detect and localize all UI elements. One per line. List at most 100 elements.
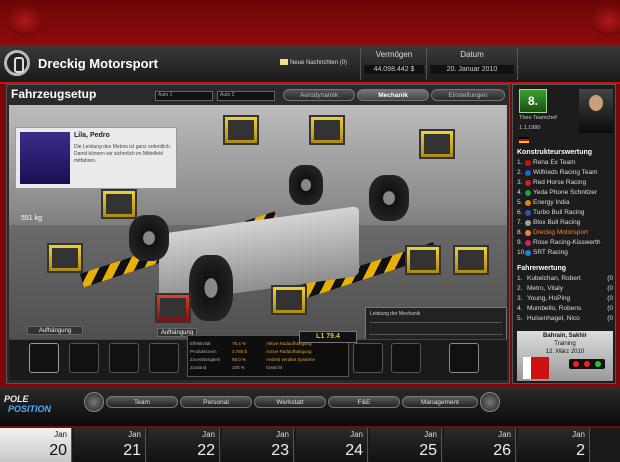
calendar-month: Jan (572, 430, 585, 439)
constructor-row[interactable]: 10. SRT Racing (517, 249, 613, 258)
vermoegen-box: Vermögen 44.098.442 $ (360, 48, 427, 80)
part-slot-brakes[interactable] (101, 189, 137, 219)
driver-points: (0 (607, 315, 613, 322)
speaker-name: Lila, Pedro (74, 132, 110, 139)
calendar-day[interactable]: Jan 2 (518, 428, 590, 462)
inventory-slot[interactable] (353, 343, 383, 373)
calendar-date: 26 (493, 442, 511, 459)
part-rating: L1 79.4 (299, 331, 357, 343)
driver-row[interactable]: 4. Mumbello, Robens (0 (517, 305, 613, 314)
part-slot-engine[interactable] (309, 115, 345, 145)
next-race-type: Training (554, 341, 576, 347)
driver-name: Metro, Vitaly (527, 285, 564, 292)
driver-points: (0 (607, 305, 613, 312)
inventory-slot[interactable] (69, 343, 99, 373)
calendar-month: Jan (498, 430, 511, 439)
constructor-row[interactable]: 5. Energy India (517, 199, 613, 208)
constructor-row[interactable]: 7. Blox Bull Racing (517, 219, 613, 228)
calendar-day[interactable]: Jan 25 (370, 428, 442, 462)
standings-sidebar: 8. Theo Teamchef 1.1.1980 Konstrukteursw… (512, 84, 616, 384)
constructor-name: Dreckig Motorsport (533, 229, 588, 236)
team-logo-icon (525, 220, 531, 226)
calendar-day[interactable]: Jan 21 (74, 428, 146, 462)
part-slot-hydraulics[interactable] (271, 285, 307, 315)
stat-row: Produktionen 3.780 $ Active Radaufhängun… (190, 349, 312, 354)
part-slot-chassis[interactable] (405, 245, 441, 275)
nav-team-button[interactable]: Team (106, 396, 178, 408)
constructor-name: Energy India (533, 199, 570, 206)
driver-position: 1. (517, 275, 523, 282)
decor-orb (590, 6, 620, 36)
calendar-date: 25 (419, 442, 437, 459)
front-left-wheel (189, 255, 233, 321)
nav-werkstatt-button[interactable]: Werkstatt (254, 396, 326, 408)
constructor-position: 9. (517, 239, 523, 246)
manager-name: Theo Teamchef (519, 115, 557, 121)
inventory-slot[interactable] (109, 343, 139, 373)
constructor-row[interactable]: 4. Yeda Phone Schnitzer (517, 189, 613, 198)
inventory-slot[interactable] (149, 343, 179, 373)
car2-select[interactable]: Auto 2 (217, 91, 275, 101)
constructor-row[interactable]: 1. Rena Ex Team (517, 159, 613, 168)
driver-row[interactable]: 1. Kubelchan, Robert (0 (517, 275, 613, 284)
calendar-month: Jan (128, 430, 141, 439)
nav-fe-button[interactable]: F&E (328, 396, 400, 408)
next-race-panel[interactable]: Bahrain, Sakhir Training 12. März 2010 (517, 331, 613, 381)
part-slot-gearbox[interactable] (223, 115, 259, 145)
weight-value: 551 kg (21, 215, 43, 222)
car1-select[interactable]: Auto 1 (155, 91, 213, 101)
inventory-slot[interactable] (391, 343, 421, 373)
news-link[interactable]: Neue Nachrichten (0) (290, 60, 347, 66)
calendar-day[interactable]: Jan 24 (296, 428, 368, 462)
driver-name: Hulsenhagel, Nico (527, 315, 580, 322)
constructors-title: Konstrukteurswertung (517, 149, 593, 156)
constructor-row[interactable]: 2. Wilfrieds Racing Team (517, 169, 613, 178)
constructor-name: Turbo Bull Racing (533, 209, 585, 216)
part-slot-electronics[interactable] (419, 129, 455, 159)
tab-mechanik[interactable]: Mechanik (357, 89, 429, 101)
constructor-row[interactable]: 8. Dreckig Motorsport (517, 229, 613, 238)
driver-position: 4. (517, 305, 523, 312)
calendar-month: Jan (54, 430, 67, 439)
trash-icon[interactable] (449, 343, 479, 373)
power-icon[interactable] (4, 50, 30, 76)
tab-aerodynamik[interactable]: Aerodynamik (283, 89, 355, 101)
forward-icon[interactable] (480, 392, 500, 412)
calendar-day[interactable]: Jan 22 (148, 428, 220, 462)
calendar-day[interactable]: Jan 26 (444, 428, 516, 462)
nav-personal-button[interactable]: Personal (180, 396, 252, 408)
tab-einstellungen[interactable]: Einstellungen (431, 89, 505, 101)
team-logo-icon (525, 170, 531, 176)
constructor-name: Rena Ex Team (533, 159, 576, 166)
back-icon[interactable] (84, 392, 104, 412)
part-slot-wheels[interactable] (47, 243, 83, 273)
constructor-row[interactable]: 3. Red Horse Racing (517, 179, 613, 188)
driver-name: Mumbello, Robens (527, 305, 582, 312)
calendar-day[interactable]: Jan 20 (0, 428, 72, 462)
constructor-position: 3. (517, 179, 523, 186)
constructor-position: 1. (517, 159, 523, 166)
page-title: Fahrzeugsetup (11, 87, 97, 101)
divider (370, 322, 502, 323)
vermoegen-value: 44.098.442 $ (364, 65, 424, 74)
drivers-title: Fahrerwertung (517, 265, 567, 272)
bahrain-flag-icon (523, 357, 549, 379)
driver-row[interactable]: 5. Hulsenhagel, Nico (0 (517, 315, 613, 324)
driver-row[interactable]: 2. Metro, Vitaly (0 (517, 285, 613, 294)
rear-right-wheel (289, 165, 323, 205)
nav-management-button[interactable]: Management (402, 396, 478, 408)
driver-points: (0 (607, 275, 613, 282)
part-slot-suspension[interactable] (155, 293, 191, 323)
calendar-month: Jan (276, 430, 289, 439)
inventory-slot[interactable] (29, 343, 59, 373)
calendar-day[interactable]: Jan 23 (222, 428, 294, 462)
mail-icon[interactable] (280, 59, 288, 65)
constructor-row[interactable]: 9. Rose Racing-Kisswerth (517, 239, 613, 248)
driver-row[interactable]: 3. Young, HoPing (0 (517, 295, 613, 304)
calendar-month: Jan (424, 430, 437, 439)
header-bar: Dreckig Motorsport Neue Nachrichten (0) … (0, 46, 620, 84)
constructor-row[interactable]: 6. Turbo Bull Racing (517, 209, 613, 218)
part-slot-cooling[interactable] (453, 245, 489, 275)
constructor-position: 8. (517, 229, 523, 236)
constructor-name: Red Horse Racing (533, 179, 587, 186)
